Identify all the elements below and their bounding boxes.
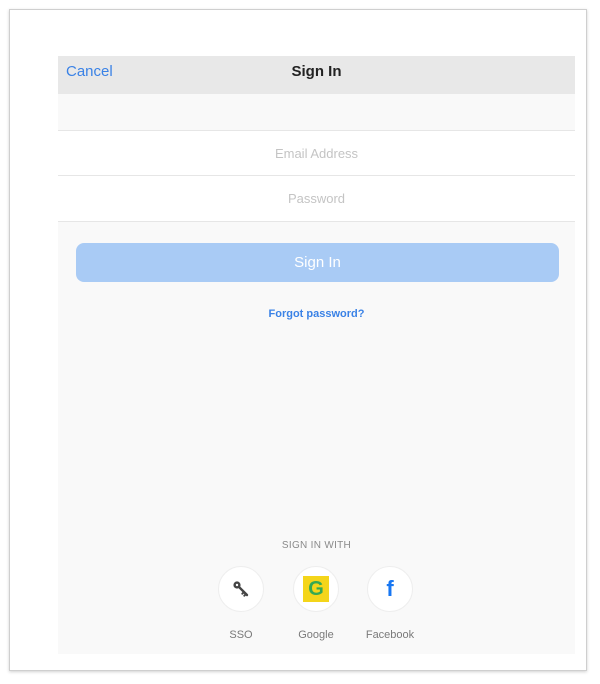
facebook-label: Facebook (365, 629, 415, 641)
page-title: Sign In (291, 63, 342, 80)
credentials-fields (58, 130, 575, 222)
sso-label: SSO (229, 629, 253, 641)
facebook-button[interactable]: f (367, 566, 413, 612)
password-field[interactable] (58, 176, 575, 220)
sign-in-button[interactable]: Sign In (76, 243, 559, 282)
facebook-icon: f (386, 576, 394, 601)
email-field[interactable] (58, 131, 575, 176)
google-icon: G (303, 576, 329, 602)
sign-in-screen: Cancel Sign In Sign In Forgot password? … (58, 56, 575, 654)
google-label: Google (298, 629, 334, 641)
google-button[interactable]: G (293, 566, 339, 612)
sso-button[interactable] (218, 566, 264, 612)
forgot-password-link[interactable]: Forgot password? (58, 308, 575, 320)
window-frame: Cancel Sign In Sign In Forgot password? … (9, 9, 587, 671)
key-icon (233, 581, 249, 597)
navigation-bar: Cancel Sign In (58, 56, 575, 94)
sign-in-with-heading: SIGN IN WITH (281, 540, 352, 551)
